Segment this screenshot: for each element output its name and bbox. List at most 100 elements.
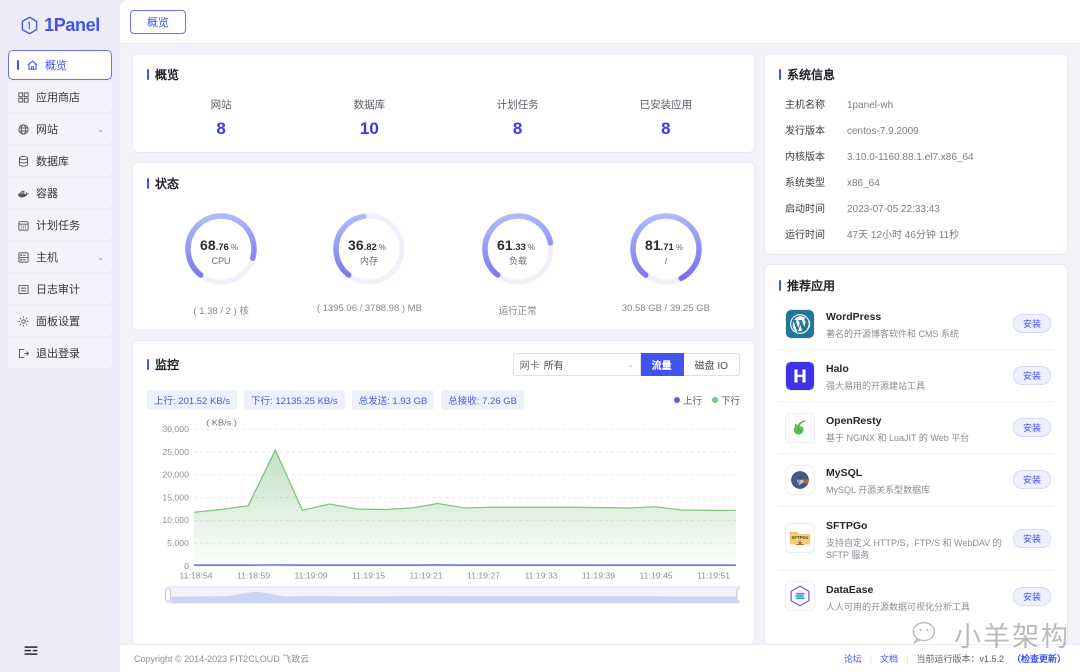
legend-upload[interactable]: 上行 (673, 393, 702, 407)
monitor-header: 监控 网卡 所有 ⌄ 流量 磁盘 IO (147, 353, 740, 376)
sidebar-item-logs[interactable]: 日志审计 (8, 274, 112, 304)
sidebar-item-logout[interactable]: 退出登录 (8, 338, 112, 368)
sidebar-item-appstore[interactable]: 应用商店 (8, 82, 112, 112)
footer-forum-link[interactable]: 论坛 (844, 652, 862, 665)
stat-installed-apps[interactable]: 已安装应用 8 (592, 97, 740, 139)
calendar-icon (18, 220, 29, 231)
sidebar-item-host[interactable]: 主机 ⌄ (8, 242, 112, 272)
app-name: SFTPGo (826, 519, 868, 532)
svg-text:SFTPGo: SFTPGo (792, 535, 809, 540)
gear-icon (18, 316, 29, 326)
system-info-value: centos-7.9.2009 (847, 126, 919, 137)
sidebar-item-label: 主机 (36, 252, 58, 264)
x-axis-tick: 11:19:21 (410, 571, 443, 581)
segment-disk-io[interactable]: 磁盘 IO (683, 353, 740, 376)
sidebar-item-database[interactable]: 数据库 (8, 146, 112, 176)
legend-dot (673, 397, 680, 403)
tab-overview[interactable]: 概览 (130, 9, 186, 34)
gauge-: 36.82% 内存 ( 1395.06 / 3788.98 ) MB (295, 204, 443, 317)
stat-label: 计划任务 (496, 99, 539, 111)
gauge-: 61.33% 负载 运行正常 (444, 204, 592, 317)
sidebar-item-settings[interactable]: 面板设置 (8, 306, 112, 336)
install-button[interactable]: 安装 (1012, 366, 1051, 386)
left-column: 概览 网站 8 数据库 10 计划任务 8 已安装应用 8 状态 68.76 %… (133, 54, 754, 644)
wordpress-icon (786, 309, 814, 338)
recommended-title: 推荐应用 (779, 277, 1053, 294)
app-root: 1Panel 概览 应用商店 网站 ⌄ 数据库 容器 计划任务 主机 ⌄ 日志审… (0, 0, 1080, 672)
stat-value: 8 (661, 119, 671, 138)
traffic-chart[interactable]: ( KB/s ) 0 5,000 10,000 15,000 20,000 25,000 30… (147, 414, 743, 609)
stat-value: 8 (512, 119, 523, 138)
sidebar-item-overview[interactable]: 概览 (8, 50, 112, 80)
footer: Copyright © 2014-2023 FIT2CLOUD 飞致云 论坛 |… (120, 644, 1080, 672)
footer-check-update-link[interactable]: （检查更新） (1012, 652, 1066, 665)
install-button[interactable]: 安装 (1012, 470, 1051, 490)
database-icon (18, 155, 29, 167)
app-row[interactable]: Halo 强大易用的开源建站工具 安装 (779, 350, 1053, 403)
svg-text:CPU: CPU (212, 256, 231, 266)
chart-zoom-handle-right[interactable] (736, 588, 743, 602)
svg-text:81.71%: 81.71% (645, 237, 683, 253)
x-axis-tick: 11:19:15 (352, 571, 385, 581)
app-icon-wrap (785, 412, 815, 443)
app-row[interactable]: DataEase 人人可用的开源数据可视化分析工具 安装 (779, 571, 1053, 622)
app-row[interactable]: My SQL MySQL MySQL 开源关系型数据库 安装 (779, 454, 1053, 507)
badge-total-received: 总接收: 7.26 GB (441, 390, 524, 410)
status-title: 状态 (147, 175, 740, 192)
app-row[interactable]: SFTPGo SFTPGo 支持自定义 HTTP/S，FTP/S 和 WebDAV … (779, 507, 1053, 571)
svg-text:/: / (665, 256, 668, 266)
stat-cronjobs[interactable]: 计划任务 8 (444, 97, 592, 139)
stat-databases[interactable]: 数据库 10 (295, 97, 443, 139)
system-info-key: 运行时间 (785, 230, 825, 241)
system-info-value: 1panel-wh (847, 100, 894, 111)
app-icon-wrap: My SQL (785, 464, 815, 495)
log-icon (18, 284, 29, 294)
chevron-down-icon[interactable]: ⌄ (97, 253, 104, 262)
sidebar-item-label: 计划任务 (36, 220, 80, 232)
system-info-value: 2023-07-05 22:33:43 (847, 204, 940, 215)
segment-label: 流量 (651, 361, 672, 372)
collapse-menu-icon[interactable] (24, 645, 38, 657)
app-row[interactable]: WordPress 著名的开源博客软件和 CMS 系统 安装 (779, 298, 1053, 351)
sidebar-nav: 概览 应用商店 网站 ⌄ 数据库 容器 计划任务 主机 ⌄ 日志审计 面板设置 … (0, 50, 120, 368)
nic-select[interactable]: 网卡 所有 ⌄ (512, 353, 641, 376)
app-meta: SFTPGo 支持自定义 HTTP/S，FTP/S 和 WebDAV 的 SFTP… (826, 516, 1002, 561)
legend-label: 上行 (682, 396, 702, 407)
sidebar-item-container[interactable]: 容器 (8, 178, 112, 208)
y-axis-tick: 20,000 (162, 470, 189, 480)
sidebar-item-website[interactable]: 网站 ⌄ (8, 114, 112, 144)
app-row[interactable]: OpenResty 基于 NGINX 和 LuaJIT 的 Web 平台 安装 (779, 402, 1053, 455)
chart-zoom-handle-left[interactable] (164, 588, 172, 602)
footer-docs-link[interactable]: 文档 (880, 652, 898, 665)
sidebar-item-cronjob[interactable]: 计划任务 (8, 210, 112, 240)
content-area: 概览 网站 8 数据库 10 计划任务 8 已安装应用 8 状态 68.76 %… (120, 44, 1080, 644)
app-name: OpenResty (826, 415, 882, 428)
legend-download[interactable]: 下行 (711, 393, 740, 407)
install-button[interactable]: 安装 (1012, 528, 1051, 548)
x-axis-tick: 11:19:39 (582, 571, 615, 581)
stat-label: 网站 (210, 99, 232, 111)
sidebar-item-label: 网站 (36, 124, 58, 136)
install-button[interactable]: 安装 (1012, 586, 1051, 606)
segment-traffic[interactable]: 流量 (640, 353, 684, 376)
stat-websites[interactable]: 网站 8 (147, 97, 295, 139)
app-name: Halo (826, 363, 849, 376)
x-axis-tick: 11:19:33 (525, 571, 558, 581)
gauge-ring: 81.71 % / (630, 213, 702, 285)
gauge-subtext: ( 1.38 / 2 ) 核 (193, 306, 249, 317)
install-button[interactable]: 安装 (1012, 314, 1051, 334)
sidebar-item-label: 面板设置 (36, 316, 80, 328)
gauge-subtext: ( 1395.06 / 3788.98 ) MB (316, 303, 422, 314)
system-info-row: 运行时间 47天 12小时 46分钟 11秒 (785, 226, 1053, 241)
chevron-down-icon[interactable]: ⌄ (97, 125, 104, 134)
system-info-row: 启动时间 2023-07-05 22:33:43 (785, 200, 1053, 215)
sidebar-footer (0, 630, 120, 672)
app-meta: WordPress 著名的开源博客软件和 CMS 系统 (826, 307, 1002, 340)
app-icon-wrap (785, 308, 815, 339)
app-meta: DataEase 人人可用的开源数据可视化分析工具 (826, 580, 1002, 613)
active-indicator (17, 60, 19, 70)
footer-version: 当前运行版本：v1.5.2 (916, 654, 1004, 664)
gauge-ring: 68.76 % CPU (185, 213, 257, 285)
overview-card: 概览 网站 8 数据库 10 计划任务 8 已安装应用 8 (133, 54, 754, 152)
install-button[interactable]: 安装 (1012, 418, 1051, 438)
